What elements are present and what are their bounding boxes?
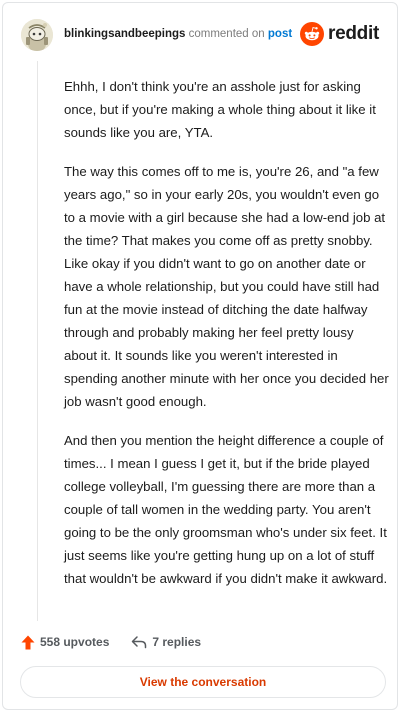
post-link[interactable]: post (268, 28, 292, 40)
comment-footer: 558 upvotes 7 replies (21, 631, 201, 653)
reddit-logo-icon (300, 22, 325, 46)
embedded-comment-card: blinkingsandbeepings commented on post r… (2, 2, 398, 710)
comment-paragraph-1: Ehhh, I don't think you're an asshole ju… (64, 79, 376, 140)
reddit-logo[interactable]: reddit (300, 22, 379, 46)
comment-body: Ehhh, I don't think you're an asshole ju… (64, 75, 389, 606)
comment-paragraph-3: And then you mention the height differen… (64, 433, 388, 586)
action-text: commented on (188, 28, 265, 40)
thread-line (37, 61, 38, 621)
comment-meta: blinkingsandbeepings commented on post (64, 26, 292, 42)
username-link[interactable]: blinkingsandbeepings (64, 28, 185, 40)
comment-header: blinkingsandbeepings commented on post r… (17, 17, 383, 53)
upvotes-count: 558 upvotes (40, 635, 110, 649)
upvote-arrow-icon (21, 635, 35, 649)
snoo-avatar-icon[interactable] (21, 19, 53, 51)
replies-count: 7 replies (152, 635, 202, 649)
reddit-wordmark: reddit (328, 23, 379, 44)
reply-arrow-icon (132, 636, 147, 649)
view-conversation-button[interactable]: View the conversation (20, 666, 386, 698)
replies-button[interactable]: 7 replies (131, 635, 201, 649)
upvotes-button[interactable]: 558 upvotes (21, 635, 109, 650)
comment-paragraph-2: The way this comes off to me is, you're … (64, 164, 389, 409)
